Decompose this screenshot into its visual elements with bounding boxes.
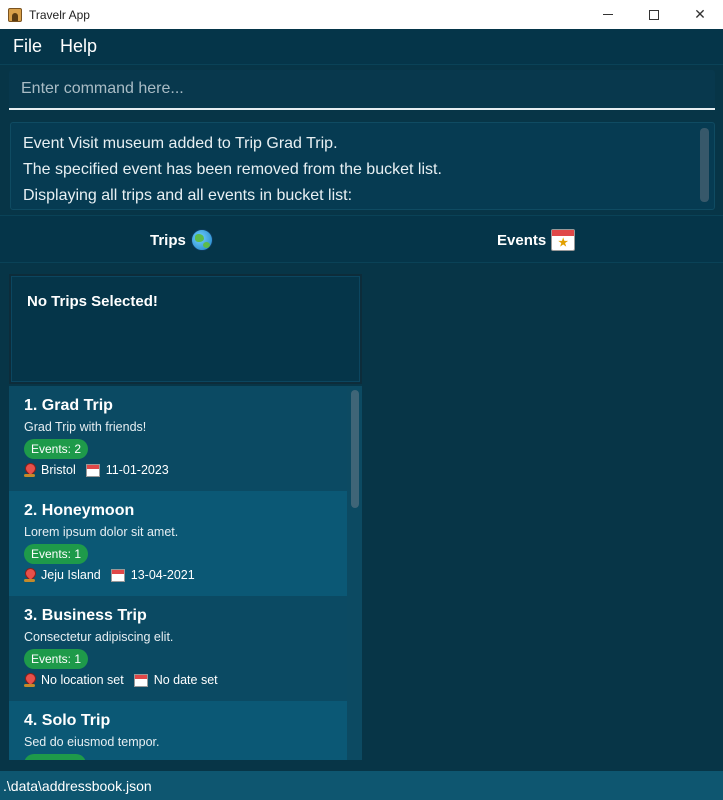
trip-list: 1. Grad Trip Grad Trip with friends! Eve… <box>9 386 362 760</box>
close-button[interactable]: ✕ <box>677 0 723 29</box>
maximize-button[interactable] <box>631 0 677 29</box>
events-count-badge: Events: 1 <box>24 649 89 669</box>
calendar-icon <box>85 463 100 477</box>
tab-trips-label: Trips <box>150 231 186 249</box>
trip-description: Grad Trip with friends! <box>24 420 147 434</box>
location-pin-icon <box>24 568 35 582</box>
result-line: Displaying all trips and all events in b… <box>23 187 353 204</box>
location-pin-icon <box>24 673 35 687</box>
trip-card[interactable]: 1. Grad Trip Grad Trip with friends! Eve… <box>9 386 347 491</box>
data-file-path: .\data\addressbook.json <box>3 777 152 794</box>
trip-description: Lorem ipsum dolor sit amet. <box>24 525 179 539</box>
window-title: Travelr App <box>29 7 90 22</box>
tab-events[interactable]: Events ★ <box>497 216 576 264</box>
trip-location: Jeju Island <box>41 568 101 582</box>
calendar-icon <box>110 568 125 582</box>
location-pin-icon <box>24 463 35 477</box>
title-bar: Travelr App ✕ <box>0 0 723 29</box>
tab-bar: Trips Events ★ <box>0 215 723 263</box>
menu-help[interactable]: Help <box>60 36 97 57</box>
command-box <box>9 70 715 110</box>
trip-name: 2. Honeymoon <box>24 502 135 519</box>
result-line: Event Visit museum added to Trip Grad Tr… <box>23 135 338 152</box>
tab-trips[interactable]: Trips <box>150 216 213 264</box>
menu-file[interactable]: File <box>13 36 42 57</box>
trip-meta: No location set No date set <box>24 673 218 687</box>
trip-list-scrollbar[interactable] <box>351 390 359 508</box>
trip-card[interactable]: 3. Business Trip Consectetur adipiscing … <box>9 596 347 701</box>
trip-date: 11-01-2023 <box>105 463 169 477</box>
trip-description: Sed do eiusmod tempor. <box>24 735 160 749</box>
trip-date: 13-04-2021 <box>130 568 195 582</box>
result-scrollbar[interactable] <box>700 128 709 202</box>
command-input[interactable] <box>9 70 715 108</box>
trip-name: 1. Grad Trip <box>24 397 113 414</box>
calendar-icon <box>133 673 148 687</box>
window-controls: ✕ <box>585 0 723 29</box>
result-line: The specified event has been removed fro… <box>23 161 442 178</box>
result-display[interactable]: Event Visit museum added to Trip Grad Tr… <box>10 122 715 210</box>
trip-meta: Bristol 11-01-2023 <box>24 463 169 477</box>
trip-name: 4. Solo Trip <box>24 712 111 729</box>
minimize-button[interactable] <box>585 0 631 29</box>
tab-events-label: Events <box>497 231 547 249</box>
trip-date: No date set <box>153 673 218 687</box>
trip-meta: Jeju Island 13-04-2021 <box>24 568 195 582</box>
trip-card[interactable]: 2. Honeymoon Lorem ipsum dolor sit amet.… <box>9 491 347 596</box>
menu-bar: File Help <box>0 29 723 65</box>
trip-location: No location set <box>41 673 124 687</box>
events-count-badge: Events: 2 <box>24 439 89 459</box>
selected-trip-panel: No Trips Selected! <box>9 274 362 384</box>
trip-card[interactable]: 4. Solo Trip Sed do eiusmod tempor. <box>9 701 347 760</box>
trip-location: Bristol <box>41 463 76 477</box>
events-count-badge <box>24 754 86 760</box>
status-bar: .\data\addressbook.json <box>0 771 723 800</box>
globe-icon <box>190 229 213 251</box>
app-icon <box>8 7 22 22</box>
trip-name: 3. Business Trip <box>24 607 147 624</box>
no-trip-selected-message: No Trips Selected! <box>27 293 158 310</box>
events-count-badge: Events: 1 <box>24 544 89 564</box>
calendar-icon: ★ <box>551 229 576 251</box>
trip-description: Consectetur adipiscing elit. <box>24 630 174 644</box>
